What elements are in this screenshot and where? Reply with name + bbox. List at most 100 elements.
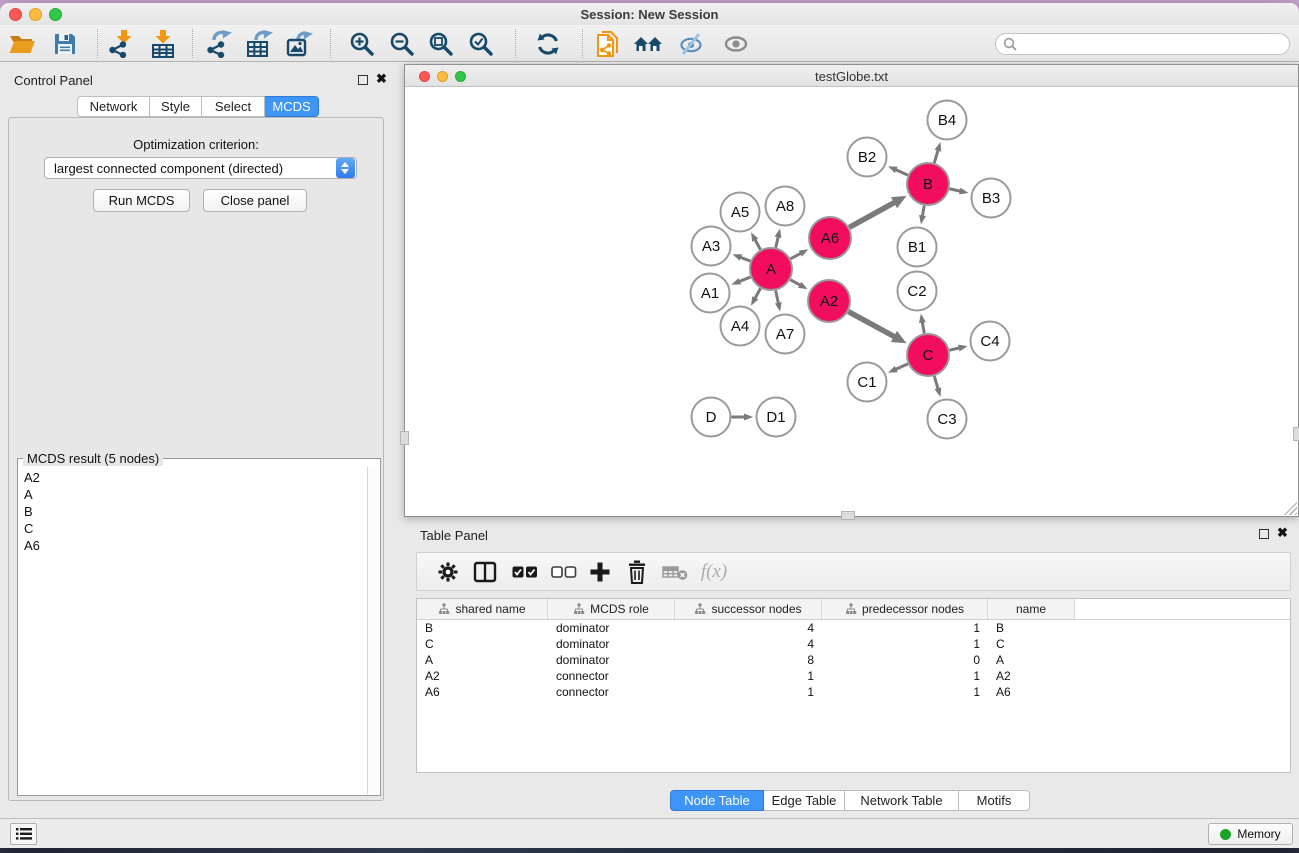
zoom-in-icon[interactable] xyxy=(343,28,381,59)
mcds-result-item[interactable]: A xyxy=(20,486,366,503)
result-scrollbar[interactable] xyxy=(367,467,379,794)
column-header-successor-nodes[interactable]: successor nodes xyxy=(675,599,822,619)
graph-edge[interactable] xyxy=(894,169,907,175)
task-history-button[interactable] xyxy=(10,823,37,845)
tab-network-table[interactable]: Network Table xyxy=(845,790,959,811)
graph-edge[interactable] xyxy=(738,277,751,282)
graph-edge[interactable] xyxy=(848,312,895,338)
mcds-result-item[interactable]: B xyxy=(20,503,366,520)
graph-edge[interactable] xyxy=(934,149,938,163)
mcds-result-item[interactable]: A2 xyxy=(20,469,366,486)
column-header-predecessor-nodes[interactable]: predecessor nodes xyxy=(822,599,988,619)
canvas-left-scrollbar[interactable] xyxy=(400,431,409,445)
table-cell[interactable]: 1 xyxy=(822,669,988,683)
export-image-icon[interactable] xyxy=(281,28,319,59)
tab-node-table[interactable]: Node Table xyxy=(670,790,764,811)
show-eye-icon[interactable] xyxy=(717,28,755,59)
search-field[interactable] xyxy=(995,33,1290,55)
table-cell[interactable]: dominator xyxy=(548,653,675,667)
table-cell[interactable]: 1 xyxy=(675,685,822,699)
tab-motifs[interactable]: Motifs xyxy=(959,790,1030,811)
table-cell[interactable]: B xyxy=(988,621,1075,635)
table-row[interactable]: A6connector11A6 xyxy=(417,684,1290,700)
table-cell[interactable]: 0 xyxy=(822,653,988,667)
refresh-icon[interactable] xyxy=(529,28,567,59)
table-cell[interactable]: 1 xyxy=(822,637,988,651)
hide-eye-icon[interactable] xyxy=(672,28,710,59)
close-table-panel-icon[interactable]: ✖ xyxy=(1277,525,1288,541)
select-all-icon[interactable] xyxy=(510,558,540,586)
table-cell[interactable]: dominator xyxy=(548,621,675,635)
float-panel-icon[interactable] xyxy=(358,75,368,85)
resize-grip[interactable] xyxy=(1284,502,1297,515)
zoom-selected-icon[interactable] xyxy=(462,28,500,59)
table-cell[interactable]: connector xyxy=(548,669,675,683)
table-cell[interactable]: 4 xyxy=(675,621,822,635)
home-icon[interactable] xyxy=(629,28,667,59)
tab-style[interactable]: Style xyxy=(150,96,202,117)
dropdown-value: largest connected component (directed) xyxy=(45,161,336,176)
column-header-mcds-role[interactable]: MCDS role xyxy=(548,599,675,619)
deselect-all-icon[interactable] xyxy=(549,558,579,586)
table-cell[interactable]: 1 xyxy=(675,669,822,683)
table-cell[interactable]: A2 xyxy=(988,669,1075,683)
table-cell[interactable]: 4 xyxy=(675,637,822,651)
export-table-icon[interactable] xyxy=(241,28,279,59)
optimization-criterion-dropdown[interactable]: largest connected component (directed) xyxy=(44,157,357,179)
graph-edge[interactable] xyxy=(776,291,779,305)
zoom-fit-icon[interactable] xyxy=(422,28,460,59)
save-session-icon[interactable] xyxy=(46,28,84,59)
tab-select[interactable]: Select xyxy=(202,96,265,117)
graph-edge[interactable] xyxy=(894,364,907,370)
close-panel-button[interactable]: Close panel xyxy=(203,189,307,212)
canvas-bottom-scrollbar[interactable] xyxy=(841,511,855,520)
graph-edge[interactable] xyxy=(934,376,938,390)
table-cell[interactable]: B xyxy=(417,621,548,635)
add-column-icon[interactable] xyxy=(585,558,615,586)
table-cell[interactable]: A xyxy=(417,653,548,667)
table-cell[interactable]: 8 xyxy=(675,653,822,667)
run-mcds-button[interactable]: Run MCDS xyxy=(93,189,190,212)
table-cell[interactable]: C xyxy=(417,637,548,651)
import-network-icon[interactable] xyxy=(103,28,141,59)
search-input[interactable] xyxy=(1021,37,1289,51)
table-cell[interactable]: A6 xyxy=(988,685,1075,699)
mcds-result-item[interactable]: C xyxy=(20,520,366,537)
column-header-shared-name[interactable]: shared name xyxy=(417,599,548,619)
toolbar-separator xyxy=(330,29,331,58)
import-table-icon[interactable] xyxy=(144,28,182,59)
settings-gear-icon[interactable] xyxy=(433,558,463,586)
memory-button[interactable]: Memory xyxy=(1208,823,1293,845)
table-row[interactable]: A2connector11A2 xyxy=(417,668,1290,684)
network-graph[interactable]: B4B2BB3A5A8A6A3AB1A1A2C2A4A7C4CC1C3DD1 xyxy=(405,87,1298,516)
float-table-panel-icon[interactable] xyxy=(1259,529,1269,539)
table-row[interactable]: Cdominator41C xyxy=(417,636,1290,652)
mcds-result-item[interactable]: A6 xyxy=(20,537,366,554)
table-cell[interactable]: C xyxy=(988,637,1075,651)
tab-edge-table[interactable]: Edge Table xyxy=(764,790,845,811)
column-view-icon[interactable] xyxy=(470,558,500,586)
delete-table-icon[interactable] xyxy=(660,558,690,586)
close-panel-icon[interactable]: ✖ xyxy=(376,71,387,87)
new-network-from-selection-icon[interactable] xyxy=(589,28,627,59)
canvas-right-scrollbar[interactable] xyxy=(1293,427,1299,441)
function-builder-icon[interactable]: f(x) xyxy=(695,558,733,586)
network-canvas[interactable]: B4B2BB3A5A8A6A3AB1A1A2C2A4A7C4CC1C3DD1 xyxy=(405,87,1298,516)
table-cell[interactable]: A6 xyxy=(417,685,548,699)
column-header-name[interactable]: name xyxy=(988,599,1075,619)
table-cell[interactable]: connector xyxy=(548,685,675,699)
tab-mcds[interactable]: MCDS xyxy=(265,96,319,117)
open-file-icon[interactable] xyxy=(3,28,41,59)
table-row[interactable]: Adominator80A xyxy=(417,652,1290,668)
table-cell[interactable]: A xyxy=(988,653,1075,667)
delete-column-icon[interactable] xyxy=(622,558,652,586)
graph-edge[interactable] xyxy=(849,202,896,228)
table-cell[interactable]: 1 xyxy=(822,685,988,699)
table-row[interactable]: Bdominator41B xyxy=(417,620,1290,636)
table-cell[interactable]: A2 xyxy=(417,669,548,683)
tab-network[interactable]: Network xyxy=(77,96,150,117)
zoom-out-icon[interactable] xyxy=(383,28,421,59)
export-network-icon[interactable] xyxy=(201,28,239,59)
table-cell[interactable]: dominator xyxy=(548,637,675,651)
table-cell[interactable]: 1 xyxy=(822,621,988,635)
